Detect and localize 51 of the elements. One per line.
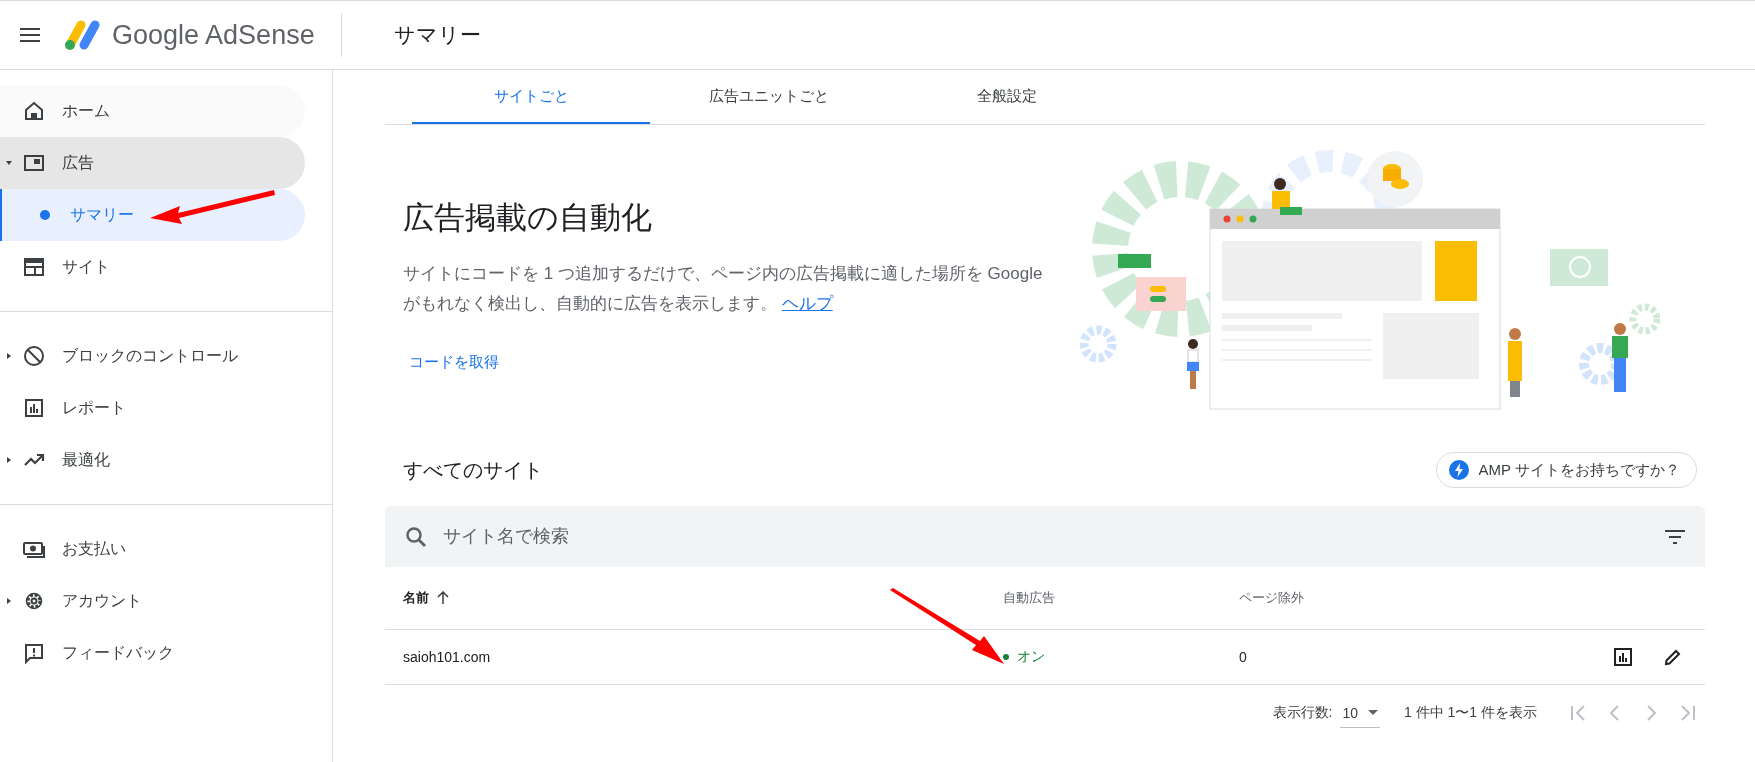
search-icon <box>405 525 427 548</box>
caret-icon <box>5 159 13 167</box>
nav-item[interactable]: レポート <box>0 382 305 434</box>
pencil-icon <box>1663 647 1683 667</box>
caret-icon <box>1367 709 1378 716</box>
nav-item[interactable]: 広告 <box>0 137 305 189</box>
section-title: すべてのサイト <box>403 457 543 483</box>
status-text: オン <box>1017 648 1045 666</box>
bar-chart-icon <box>22 396 46 420</box>
get-code-button[interactable]: コードを取得 <box>403 349 505 376</box>
nav-item[interactable]: サイト <box>0 241 305 293</box>
caret-icon <box>5 597 13 605</box>
tab[interactable]: 広告ユニットごと <box>650 70 888 124</box>
rows-per-page-dropdown[interactable]: 10 <box>1340 698 1380 728</box>
rows-per-page-label: 表示行数: <box>1272 704 1333 722</box>
column-header[interactable]: 自動広告 <box>1003 589 1055 607</box>
feedback-icon <box>22 641 46 665</box>
caret-icon <box>5 352 13 360</box>
column-header[interactable]: 名前 <box>403 589 429 607</box>
column-header[interactable]: ページ除外 <box>1239 589 1304 607</box>
nav-item[interactable]: 最適化 <box>0 434 305 486</box>
table-cell: 0 <box>1239 649 1247 665</box>
tab[interactable]: サイトごと <box>412 70 650 124</box>
layout-icon <box>22 255 46 279</box>
help-link[interactable]: ヘルプ <box>781 294 833 313</box>
menu-icon <box>20 28 40 42</box>
filter-icon[interactable] <box>1665 529 1685 544</box>
bullet-icon <box>40 210 50 220</box>
hero-title: 広告掲載の自動化 <box>403 199 653 237</box>
search-bar[interactable]: サイト名で検索 <box>385 506 1705 567</box>
home-icon <box>22 99 46 123</box>
nav-item[interactable]: お支払い <box>0 523 305 575</box>
caret-icon <box>5 456 13 464</box>
block-icon <box>22 344 46 368</box>
logo-icon <box>62 18 102 52</box>
tab[interactable]: 全般設定 <box>888 70 1126 124</box>
product-name: Google AdSense <box>112 19 315 51</box>
nav-item[interactable]: ブロックのコントロール <box>0 330 305 382</box>
search-field[interactable]: サイト名で検索 <box>441 525 1651 548</box>
nav-item[interactable]: アカウント <box>0 575 305 627</box>
amp-button[interactable]: AMP サイトをお持ちですか？ <box>1435 452 1697 488</box>
page-title: サマリー <box>393 22 481 48</box>
hero-description: サイトにコードを 1 つ追加するだけで、ページ内の広告掲載に適した場所を Google がもれなく検出し、自動的に広告を表示します。 ヘルプ <box>403 263 1044 315</box>
table-cell: saioh101.com <box>403 649 491 665</box>
nav-item[interactable]: フィードバック <box>0 627 305 679</box>
bar-chart-icon <box>1613 647 1633 667</box>
sort-arrow-icon[interactable] <box>437 591 449 605</box>
page-range: 1 件中 1〜1 件を表示 <box>1403 704 1537 722</box>
nav-item[interactable]: ホーム <box>0 85 305 137</box>
nav-subitem[interactable]: サマリー <box>0 189 305 241</box>
lightning-icon <box>1448 460 1469 480</box>
